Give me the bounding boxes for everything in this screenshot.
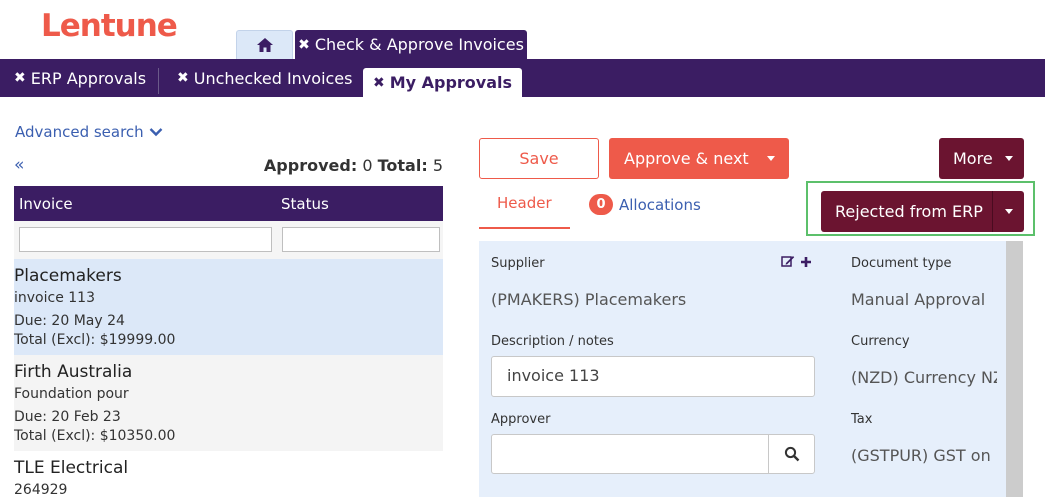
item-supplier: Firth Australia xyxy=(14,362,133,382)
approver-search-button[interactable] xyxy=(768,435,814,473)
plus-icon[interactable] xyxy=(800,256,812,268)
close-icon[interactable]: ✖ xyxy=(177,70,189,86)
more-button[interactable]: More xyxy=(939,138,1024,179)
tax-value[interactable]: (GSTPUR) GST on I xyxy=(851,446,997,465)
document-type-label: Document type xyxy=(851,256,952,271)
nav-label: ERP Approvals xyxy=(30,68,147,88)
column-invoice[interactable]: Invoice xyxy=(19,195,73,213)
list-item[interactable]: TLE Electrical 264929 xyxy=(14,451,443,497)
approve-next-label: Approve & next xyxy=(624,149,749,168)
list-item[interactable]: Firth Australia Foundation pour Due: 20 … xyxy=(14,355,443,451)
item-description: Foundation pour xyxy=(14,386,129,402)
tab-header[interactable]: Header xyxy=(497,194,552,212)
rejected-from-erp-button[interactable]: Rejected from ERP xyxy=(821,191,1024,232)
nav-label: Unchecked Invoices xyxy=(193,68,353,88)
nav-label: My Approvals xyxy=(389,73,513,92)
item-description: invoice 113 xyxy=(14,290,95,306)
item-due: Due: 20 May 24 xyxy=(14,313,125,329)
item-due: Due: 20 Feb 23 xyxy=(14,409,121,425)
approval-counts: Approved: 0 Total: 5 xyxy=(200,156,443,175)
status-filter-input[interactable] xyxy=(282,227,440,252)
currency-label: Currency xyxy=(851,334,910,349)
caret-down-icon[interactable] xyxy=(1005,209,1013,214)
supplier-actions xyxy=(781,255,812,268)
rejected-label: Rejected from ERP xyxy=(835,202,983,221)
nav-unchecked-invoices[interactable]: ✖ Unchecked Invoices xyxy=(177,59,352,97)
form-scrollbar[interactable] xyxy=(1006,241,1023,497)
currency-value[interactable]: (NZD) Currency NZ xyxy=(851,368,997,387)
collapse-panel-button[interactable]: « xyxy=(14,155,24,175)
allocations-count-badge: 0 xyxy=(589,194,613,215)
save-button[interactable]: Save xyxy=(479,138,599,179)
search-icon xyxy=(784,446,799,462)
invoice-table-header: Invoice Status xyxy=(14,186,443,221)
tab-check-approve-invoices[interactable]: ✖ Check & Approve Invoices xyxy=(295,30,527,59)
item-supplier: TLE Electrical xyxy=(14,458,129,478)
lentune-logo[interactable]: Lentune xyxy=(41,8,178,44)
invoice-filter-input[interactable] xyxy=(19,227,272,252)
tab-home[interactable] xyxy=(236,30,293,59)
approved-value: 0 xyxy=(362,156,373,175)
description-input[interactable]: invoice 113 xyxy=(491,356,815,397)
advanced-search-label: Advanced search xyxy=(15,123,144,141)
item-total: Total (Excl): $10350.00 xyxy=(14,428,176,444)
supplier-label: Supplier xyxy=(491,256,545,271)
tax-label: Tax xyxy=(851,412,873,427)
description-value: invoice 113 xyxy=(507,366,600,385)
approver-input[interactable] xyxy=(491,434,815,474)
total-value: 5 xyxy=(432,156,443,175)
page: Lentune ✖ Check & Approve Invoices ✖ ERP… xyxy=(0,0,1045,497)
filter-row xyxy=(14,221,443,259)
approved-label: Approved: xyxy=(263,156,358,175)
close-icon[interactable]: ✖ xyxy=(373,75,385,91)
document-type-value[interactable]: Manual Approval xyxy=(851,290,1001,309)
edit-icon[interactable] xyxy=(781,255,795,268)
column-status[interactable]: Status xyxy=(281,195,329,213)
nav-divider xyxy=(158,68,159,94)
close-icon[interactable]: ✖ xyxy=(14,70,26,86)
nav-erp-approvals[interactable]: ✖ ERP Approvals xyxy=(14,59,146,97)
total-label: Total: xyxy=(377,156,428,175)
more-label: More xyxy=(953,149,993,168)
advanced-search-link[interactable]: Advanced search xyxy=(15,123,163,141)
item-total: Total (Excl): $19999.00 xyxy=(14,332,176,348)
approve-next-button[interactable]: Approve & next xyxy=(609,138,789,179)
supplier-value[interactable]: (PMAKERS) Placemakers xyxy=(491,290,811,309)
item-description: 264929 xyxy=(14,482,68,497)
split-divider xyxy=(992,191,993,232)
caret-down-icon[interactable] xyxy=(767,156,775,161)
tab-allocations[interactable]: 0 Allocations xyxy=(589,194,701,215)
description-label: Description / notes xyxy=(491,334,614,349)
item-supplier: Placemakers xyxy=(14,266,122,286)
close-icon[interactable]: ✖ xyxy=(298,37,310,53)
tab-label: Check & Approve Invoices xyxy=(314,35,524,54)
chevron-down-icon xyxy=(149,128,163,137)
tab-active-underline xyxy=(479,227,570,229)
nav-bar: ✖ ERP Approvals ✖ Unchecked Invoices xyxy=(0,59,1045,97)
allocations-label: Allocations xyxy=(619,195,701,214)
caret-down-icon xyxy=(1005,156,1013,161)
approver-label: Approver xyxy=(491,412,551,427)
home-icon xyxy=(256,38,273,52)
nav-my-approvals[interactable]: ✖ My Approvals xyxy=(363,68,522,97)
list-item[interactable]: Placemakers invoice 113 Due: 20 May 24 T… xyxy=(14,259,443,355)
